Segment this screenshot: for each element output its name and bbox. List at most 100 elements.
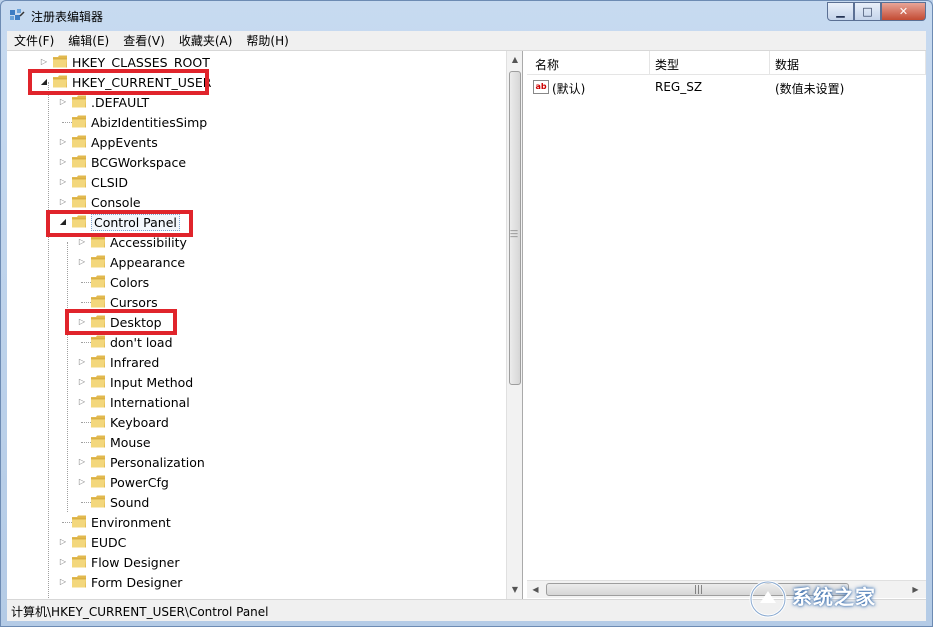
maximize-icon: □ bbox=[862, 5, 873, 18]
expand-arrow-icon[interactable]: ▷ bbox=[77, 256, 87, 268]
column-divider[interactable] bbox=[769, 51, 770, 75]
expand-arrow-icon[interactable]: ▷ bbox=[77, 476, 87, 488]
maximize-button[interactable]: □ bbox=[854, 2, 881, 21]
tree-item[interactable]: Keyboard bbox=[7, 412, 507, 432]
tree-item[interactable]: AbizIdentitiesSimp bbox=[7, 112, 507, 132]
tree-item-label: PowerCfg bbox=[110, 475, 169, 490]
tree-item[interactable]: ▷ CLSID bbox=[7, 172, 507, 192]
tree-item[interactable]: ▷ EUDC bbox=[7, 532, 507, 552]
column-name[interactable]: 名称 bbox=[535, 56, 559, 73]
status-path: 计算机\HKEY_CURRENT_USER\Control Panel bbox=[11, 605, 269, 619]
folder-icon bbox=[90, 434, 106, 449]
folder-icon bbox=[90, 494, 106, 509]
scroll-down-arrow-icon[interactable]: ▼ bbox=[507, 581, 522, 598]
tree-item-label: EUDC bbox=[91, 535, 127, 550]
column-type[interactable]: 类型 bbox=[655, 56, 679, 73]
tree-item-label: Personalization bbox=[110, 455, 205, 470]
folder-icon bbox=[90, 274, 106, 289]
tree-item[interactable]: ▷ Personalization bbox=[7, 452, 507, 472]
tree-item[interactable]: ▷ International bbox=[7, 392, 507, 412]
expand-arrow-icon[interactable]: ▷ bbox=[58, 136, 68, 148]
scroll-grip-icon: — — — bbox=[510, 226, 518, 241]
values-list-pane: 名称 类型 数据 ab (默认) REG_SZ (数值未设置) ◀ ||| ▶ bbox=[527, 51, 926, 599]
scroll-left-arrow-icon[interactable]: ◀ bbox=[527, 581, 544, 599]
expand-arrow-icon[interactable]: ▷ bbox=[77, 456, 87, 468]
close-icon: ✕ bbox=[898, 5, 909, 18]
tree-item-label: Appearance bbox=[110, 255, 186, 270]
tree-item[interactable]: ▷ BCGWorkspace bbox=[7, 152, 507, 172]
watermark-logo-icon bbox=[749, 580, 787, 618]
folder-icon bbox=[90, 354, 106, 369]
column-divider[interactable] bbox=[925, 51, 926, 75]
list-item[interactable]: ab (默认) REG_SZ (数值未设置) bbox=[527, 76, 926, 98]
close-button[interactable]: ✕ bbox=[881, 2, 926, 21]
tree-item[interactable]: ▷ Infrared bbox=[7, 352, 507, 372]
tree-item-label: Console bbox=[91, 195, 141, 210]
tree-item[interactable]: Sound bbox=[7, 492, 507, 512]
tree-item[interactable]: Mouse bbox=[7, 432, 507, 452]
tree-item[interactable]: ▷ .DEFAULT bbox=[7, 92, 507, 112]
expand-arrow-icon[interactable]: ▷ bbox=[77, 376, 87, 388]
column-divider[interactable] bbox=[649, 51, 650, 75]
value-data: (数值未设置) bbox=[775, 82, 845, 96]
watermark: 系统之家 bbox=[748, 579, 918, 619]
expand-arrow-icon[interactable]: ▷ bbox=[77, 236, 87, 248]
menu-bar: 文件(F) 编辑(E) 查看(V) 收藏夹(A) 帮助(H) bbox=[7, 31, 926, 51]
minimize-button[interactable]: ▁ bbox=[827, 2, 854, 21]
tree-item-label: Keyboard bbox=[110, 415, 169, 430]
menu-view[interactable]: 查看(V) bbox=[116, 31, 172, 51]
tree-item[interactable]: ▷ Console bbox=[7, 192, 507, 212]
folder-icon bbox=[52, 54, 68, 69]
folder-icon bbox=[71, 514, 87, 529]
expand-arrow-icon[interactable]: ▷ bbox=[58, 156, 68, 168]
list-header: 名称 类型 数据 bbox=[527, 51, 926, 75]
tree-item[interactable]: don't load bbox=[7, 332, 507, 352]
column-data[interactable]: 数据 bbox=[775, 56, 799, 73]
expand-arrow-icon[interactable]: ▷ bbox=[39, 56, 49, 68]
expand-arrow-icon[interactable]: ▷ bbox=[58, 96, 68, 108]
expand-arrow-icon[interactable]: ▷ bbox=[58, 556, 68, 568]
menu-edit[interactable]: 编辑(E) bbox=[61, 31, 116, 51]
tree-item[interactable]: ▷ Flow Designer bbox=[7, 552, 507, 572]
folder-icon bbox=[90, 374, 106, 389]
title-bar[interactable]: 注册表编辑器 ▁ □ ✕ bbox=[1, 1, 932, 31]
registry-editor-icon bbox=[10, 9, 25, 20]
tree-item-label: AbizIdentitiesSimp bbox=[91, 115, 208, 130]
tree-item-label: BCGWorkspace bbox=[91, 155, 187, 170]
menu-help[interactable]: 帮助(H) bbox=[239, 31, 295, 51]
watermark-brand: 系统之家 bbox=[792, 585, 876, 609]
expand-arrow-icon[interactable]: ▷ bbox=[58, 176, 68, 188]
tree-item[interactable]: ▷ Appearance bbox=[7, 252, 507, 272]
tree-item-label: Accessibility bbox=[110, 235, 187, 250]
tree-item-label: Infrared bbox=[110, 355, 160, 370]
tree-item[interactable]: ▷ AppEvents bbox=[7, 132, 507, 152]
expand-arrow-icon[interactable]: ▷ bbox=[77, 356, 87, 368]
folder-icon bbox=[71, 534, 87, 549]
expand-arrow-icon[interactable]: ▷ bbox=[58, 536, 68, 548]
tree-vertical-scrollbar[interactable]: ▲ — — — ▼ bbox=[506, 51, 522, 599]
tree-item-label: Flow Designer bbox=[91, 555, 180, 570]
tree-item-label: don't load bbox=[110, 335, 173, 350]
tree-item[interactable]: ▷ Form Designer bbox=[7, 572, 507, 592]
tree-item[interactable]: Environment bbox=[7, 512, 507, 532]
folder-icon bbox=[71, 554, 87, 569]
expand-arrow-icon[interactable]: ▷ bbox=[58, 196, 68, 208]
tree-item-label: CLSID bbox=[91, 175, 128, 190]
menu-favorites[interactable]: 收藏夹(A) bbox=[172, 31, 240, 51]
folder-icon bbox=[90, 334, 106, 349]
expand-arrow-icon[interactable]: ▷ bbox=[58, 576, 68, 588]
minimize-icon: ▁ bbox=[836, 5, 845, 18]
expand-arrow-icon[interactable]: ▷ bbox=[77, 396, 87, 408]
tree-item[interactable]: Colors bbox=[7, 272, 507, 292]
tree-item-label: Colors bbox=[110, 275, 150, 290]
folder-icon bbox=[90, 454, 106, 469]
menu-file[interactable]: 文件(F) bbox=[7, 31, 61, 51]
value-type: REG_SZ bbox=[655, 80, 703, 94]
tree-item-label: Input Method bbox=[110, 375, 194, 390]
tree-item-label: HKEY_CLASSES_ROOT bbox=[72, 55, 210, 70]
scroll-grip-icon: ||| bbox=[694, 585, 704, 595]
tree-item[interactable]: ▷ Input Method bbox=[7, 372, 507, 392]
tree-item[interactable]: ▷ PowerCfg bbox=[7, 472, 507, 492]
tree-item-label: AppEvents bbox=[91, 135, 158, 150]
scroll-up-arrow-icon[interactable]: ▲ bbox=[507, 51, 522, 68]
